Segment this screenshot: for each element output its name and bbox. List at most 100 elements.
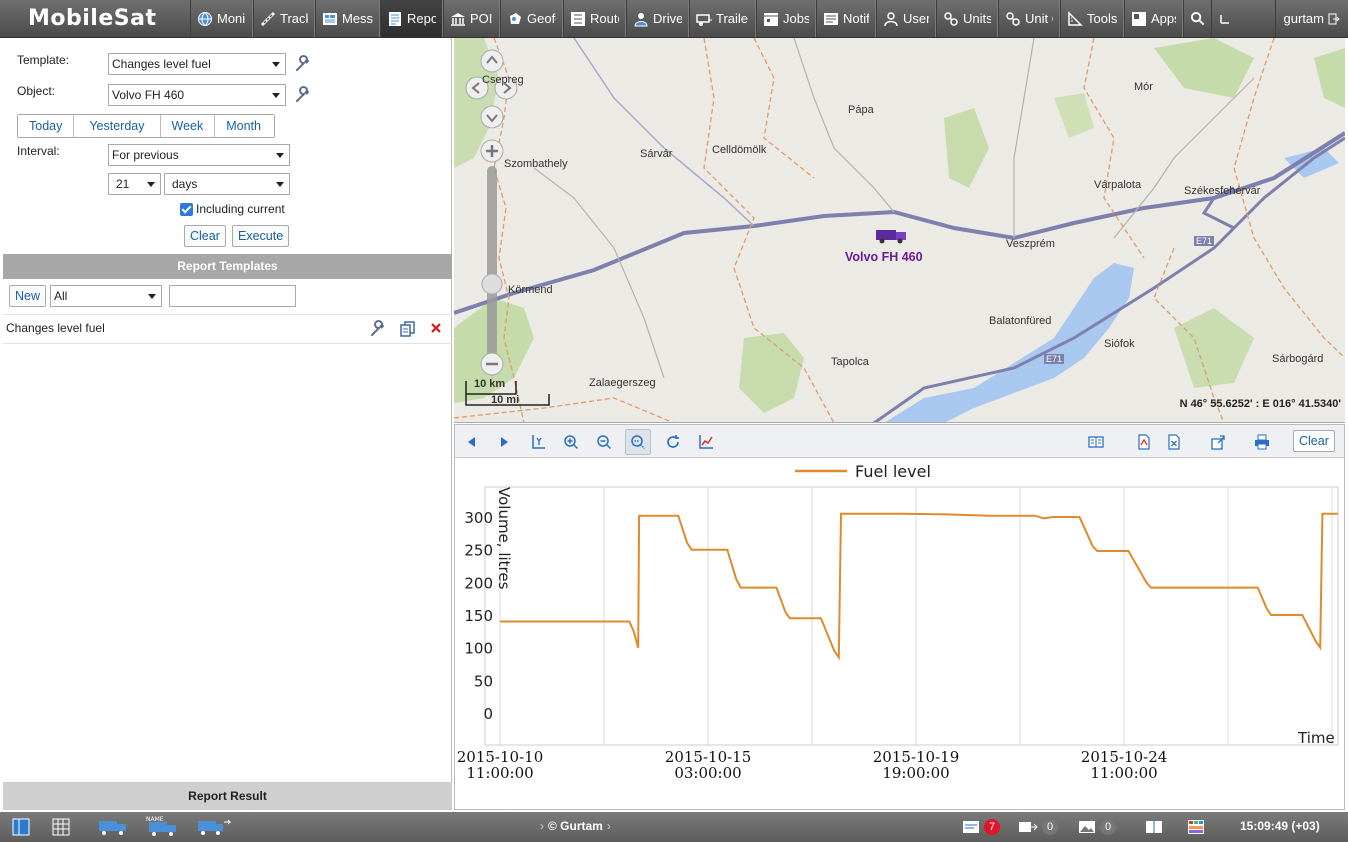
pan-down-icon[interactable]: [479, 104, 505, 130]
template-list-item[interactable]: Changes level fuel: [3, 314, 452, 344]
events-indicator[interactable]: 0: [1018, 819, 1058, 835]
copyright: › © Gurtam ›: [540, 819, 611, 833]
interval-count-select[interactable]: 21: [108, 173, 161, 195]
units-truck-icon[interactable]: [98, 818, 128, 836]
nav-item-globe[interactable]: Moni: [190, 0, 253, 37]
media-indicator[interactable]: 0: [1078, 819, 1116, 835]
execute-button[interactable]: Execute: [232, 225, 290, 247]
interval-unit-select[interactable]: days: [164, 173, 290, 195]
book-icon[interactable]: [1145, 819, 1163, 835]
nav-item-label: Traile: [716, 11, 749, 26]
axis-button[interactable]: [529, 433, 547, 451]
y-tick-label: 250: [464, 542, 493, 560]
grid-view-icon[interactable]: [52, 818, 70, 836]
x-tick-label: 11:00:00: [1090, 764, 1157, 782]
collapse-button[interactable]: [1211, 0, 1238, 37]
clear-button[interactable]: Clear: [184, 225, 226, 247]
yesterday-button[interactable]: Yesterday: [74, 115, 161, 137]
nav-item-jobs[interactable]: Jobs: [756, 0, 816, 37]
user-menu[interactable]: gurtam: [1274, 0, 1348, 37]
delete-icon[interactable]: [430, 322, 442, 334]
nav-item-users[interactable]: Users: [876, 0, 936, 37]
search-button[interactable]: [1183, 0, 1211, 37]
prev-button[interactable]: [463, 433, 481, 451]
y-tick-label: 0: [483, 705, 493, 723]
nav-item-units[interactable]: Units: [936, 0, 998, 37]
next-button[interactable]: [495, 433, 513, 451]
zoom-out-icon[interactable]: [479, 351, 505, 377]
refresh-button[interactable]: [664, 433, 682, 451]
nav-item-geofence[interactable]: Geofe: [500, 0, 563, 37]
user-name: gurtam: [1283, 11, 1324, 26]
tools-icon: [1067, 10, 1083, 27]
nav-item-trailer[interactable]: Traile: [689, 0, 756, 37]
template-filter-select[interactable]: All: [50, 285, 162, 307]
zoom-in-icon[interactable]: [479, 138, 505, 164]
nav-item-label: Notifi: [843, 11, 869, 26]
unit-name-truck-icon[interactable]: NAME: [146, 815, 178, 837]
geofence-icon: [507, 11, 523, 27]
nav-item-unit-groups[interactable]: Unit C: [998, 0, 1060, 37]
new-template-button[interactable]: New: [9, 285, 47, 307]
chart-settings-button[interactable]: [697, 433, 715, 451]
nav-item-poi[interactable]: POI: [443, 0, 500, 37]
export-button[interactable]: [1209, 433, 1227, 451]
reports-icon: [387, 11, 403, 27]
template-select[interactable]: Changes level fuel: [108, 53, 286, 75]
today-button[interactable]: Today: [18, 115, 75, 137]
truck-marker-icon[interactable]: [874, 226, 910, 244]
nav-item-routes[interactable]: Route: [563, 0, 626, 37]
nav-item-label: Repo: [407, 11, 436, 26]
month-button[interactable]: Month: [215, 115, 274, 137]
export-pdf-button[interactable]: [1135, 433, 1153, 451]
report-view-button[interactable]: [1087, 433, 1105, 451]
wrench-icon[interactable]: [369, 320, 387, 338]
report-result-header: Report Result: [3, 782, 452, 810]
messages-indicator[interactable]: 7: [962, 819, 1000, 835]
fuel-level-chart[interactable]: 0 50 100 150 200 250 300 2015-10-1011:00:00201…: [455, 459, 1344, 810]
place-label: Szombathely: [504, 158, 568, 170]
copyright-text: © Gurtam: [548, 819, 603, 833]
including-current-label: Including current: [196, 202, 285, 216]
color-grid-icon[interactable]: [1187, 819, 1205, 835]
nav-item-reports[interactable]: Repo: [380, 0, 443, 37]
x-axis-label: Time: [1297, 729, 1335, 747]
nav-item-messages[interactable]: Mess: [315, 0, 380, 37]
object-select[interactable]: Volvo FH 460: [108, 84, 286, 106]
nav-item-label: POI: [470, 11, 493, 26]
nav-item-notifications[interactable]: Notifi: [816, 0, 876, 37]
zoom-in-button[interactable]: [562, 433, 580, 451]
nav-item-driver[interactable]: Drive: [626, 0, 689, 37]
nav-item-label: Moni: [217, 11, 246, 26]
zoom-out-button[interactable]: [595, 433, 613, 451]
map[interactable]: Csepreg Pápa Mór Sárvár Celldömölk Szomb…: [454, 38, 1345, 423]
wrench-icon[interactable]: [294, 55, 312, 73]
print-button[interactable]: [1253, 433, 1271, 451]
unit-map-label[interactable]: Volvo FH 460: [845, 250, 923, 264]
place-label: Siófok: [1104, 338, 1135, 350]
nav-item-tools[interactable]: Tools: [1060, 0, 1124, 37]
y-tick-label: 100: [464, 640, 493, 658]
including-current-checkbox[interactable]: [180, 203, 193, 216]
interval-select[interactable]: For previous: [108, 144, 290, 166]
template-search-input[interactable]: [169, 285, 296, 307]
nav-item-tracks[interactable]: Track: [253, 0, 315, 37]
place-label: Veszprém: [1006, 238, 1055, 250]
place-label: Sárvár: [640, 148, 673, 160]
week-button[interactable]: Week: [160, 115, 216, 137]
wrench-icon[interactable]: [294, 86, 312, 104]
legend-label: Fuel level: [855, 462, 931, 481]
pan-up-icon[interactable]: [479, 48, 505, 74]
nav-item-apps[interactable]: Apps: [1124, 0, 1183, 37]
nav-item-label: Jobs: [783, 11, 809, 26]
place-label: Balatonfüred: [989, 315, 1052, 327]
x-tick-labels: 2015-10-1011:00:002015-10-1503:00:002015…: [457, 748, 1168, 782]
zoom-reset-button[interactable]: [625, 429, 651, 455]
copy-icon[interactable]: [399, 320, 417, 338]
clear-chart-button[interactable]: Clear: [1293, 430, 1335, 452]
nav-item-label: Tools: [1087, 11, 1117, 26]
export-excel-button[interactable]: [1165, 433, 1183, 451]
y-axis-label: Volume, litres: [495, 487, 513, 590]
layout-panel-icon[interactable]: [12, 818, 30, 836]
unit-track-truck-icon[interactable]: [197, 817, 231, 837]
